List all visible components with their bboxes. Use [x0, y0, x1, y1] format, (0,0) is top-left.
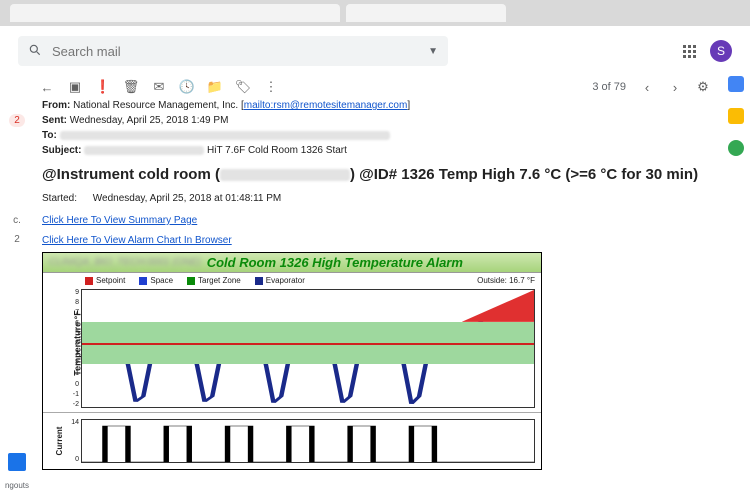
search-icon	[28, 43, 42, 60]
calendar-icon[interactable]	[728, 76, 744, 92]
started-row: Started: Wednesday, April 25, 2018 at 01…	[42, 193, 734, 204]
more-icon[interactable]: ⋮	[264, 80, 278, 94]
chart-legend: Setpoint Space Target Zone Evaporator	[85, 276, 305, 285]
subject-suffix: HiT 7.6F Cold Room 1326 Start	[207, 145, 347, 156]
message-count: 3 of 79	[592, 81, 626, 93]
sent-value: Wednesday, April 25, 2018 1:49 PM	[70, 115, 229, 126]
move-to-icon[interactable]: 📁	[208, 80, 222, 94]
subject-redacted	[84, 146, 204, 155]
started-value: Wednesday, April 25, 2018 at 01:48:11 PM	[93, 193, 281, 204]
sidebar-text: c.	[13, 215, 21, 226]
avatar[interactable]: S	[710, 40, 732, 62]
tasks-icon[interactable]	[728, 140, 744, 156]
mark-unread-icon[interactable]: ✉	[152, 80, 166, 94]
temperature-chart: Setpoint Space Target Zone Evaporator Ou…	[43, 273, 541, 413]
email-body: From: National Resource Management, Inc.…	[34, 98, 750, 490]
from-label: From:	[42, 100, 70, 111]
to-label: To:	[42, 130, 57, 141]
sidebar-text: 2	[14, 234, 20, 245]
new-chat-button[interactable]	[8, 453, 26, 471]
alarm-title: @Instrument cold room () @ID# 1326 Temp …	[42, 166, 734, 183]
browser-link[interactable]: Click Here To View Alarm Chart In Browse…	[42, 235, 232, 246]
search-input[interactable]	[52, 44, 438, 59]
back-icon[interactable]: ←	[40, 80, 54, 94]
labels-icon[interactable]: 🏷	[236, 80, 250, 94]
badge: 2	[9, 114, 25, 127]
search-mail[interactable]: ▼	[18, 36, 448, 66]
snooze-icon[interactable]: 🕓	[180, 80, 194, 94]
chart: CLINIQA_BIO_TECH:0001 (ONE) Cold Room 13…	[42, 252, 542, 470]
email-headers: From: National Resource Management, Inc.…	[42, 98, 734, 158]
side-panel	[728, 76, 744, 156]
y-ticks-2: 140	[67, 419, 79, 463]
started-label: Started:	[42, 193, 90, 204]
chart-title: Cold Room 1326 High Temperature Alarm	[207, 255, 463, 270]
browser-tab[interactable]	[346, 4, 506, 22]
next-icon[interactable]: ›	[668, 80, 682, 94]
report-spam-icon[interactable]: ❗	[96, 80, 110, 94]
apps-icon[interactable]	[683, 45, 696, 58]
from-mail-link[interactable]: mailto:rsm@remotesitemanager.com	[244, 100, 408, 111]
prev-icon[interactable]: ‹	[640, 80, 654, 94]
y-ticks: 9876543210-1-2	[67, 289, 79, 408]
left-sidebar: 2 c. 2 ngouts	[0, 98, 34, 490]
browser-tabs	[0, 0, 750, 26]
hangouts-label: ngouts	[5, 481, 29, 490]
summary-link[interactable]: Click Here To View Summary Page	[42, 215, 197, 226]
settings-icon[interactable]: ⚙	[696, 80, 710, 94]
toolbar: ← ▣ ❗ 🗑 ✉ 🕓 📁 🏷 ⋮ 3 of 79 ‹ › ⚙	[0, 76, 750, 98]
current-chart: Current 140	[43, 413, 541, 469]
browser-tab[interactable]	[10, 4, 340, 22]
plot-area	[81, 289, 535, 408]
y-axis-label-2: Current	[55, 427, 64, 456]
chart-title-bar: CLINIQA_BIO_TECH:0001 (ONE) Cold Room 13…	[43, 253, 541, 273]
archive-icon[interactable]: ▣	[68, 80, 82, 94]
to-redacted	[60, 131, 390, 140]
search-row: ▼ S	[0, 26, 750, 76]
chart-system-name: CLINIQA_BIO_TECH:0001 (ONE)	[49, 257, 201, 268]
outside-temp: Outside: 16.7 °F	[477, 276, 535, 285]
search-options-dropdown[interactable]: ▼	[428, 46, 438, 57]
sent-label: Sent:	[42, 115, 67, 126]
keep-icon[interactable]	[728, 108, 744, 124]
delete-icon[interactable]: 🗑	[124, 80, 138, 94]
from-name: National Resource Management, Inc. [	[73, 100, 244, 111]
plot-area-2	[81, 419, 535, 463]
subject-label: Subject:	[42, 145, 81, 156]
